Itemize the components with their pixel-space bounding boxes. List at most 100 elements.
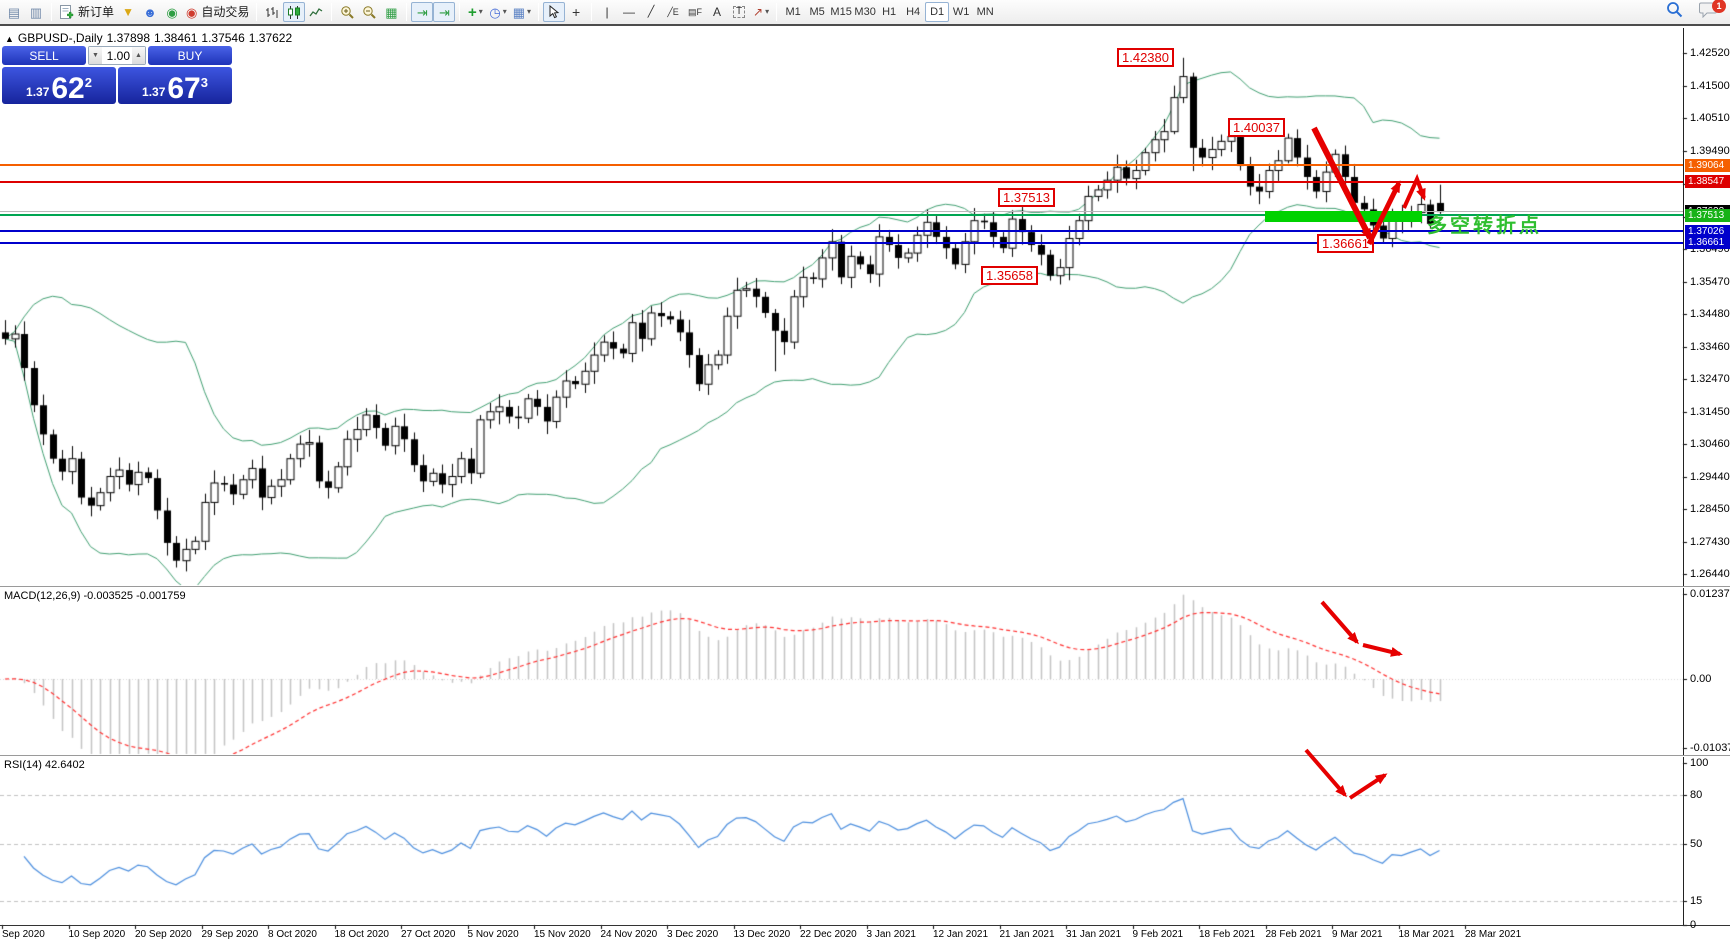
autotrading-button[interactable]: ◉ 自动交易 [183, 2, 252, 22]
toolbar-group-6: + [543, 2, 587, 22]
timeframe-h4-button[interactable]: H4 [901, 2, 925, 22]
timeframe-d1-button[interactable]: D1 [925, 2, 950, 22]
vline-icon: | [605, 5, 609, 19]
chart-shift-button[interactable]: ⇤ [433, 2, 456, 22]
zoom-out-button[interactable] [358, 2, 380, 22]
timeframe-m1-button[interactable]: M1 [781, 2, 805, 22]
person-icon: ☻ [143, 4, 157, 20]
sell-price-prefix: 1.37 [26, 85, 50, 99]
price-callout-1.36661[interactable]: 1.36661 [1317, 234, 1374, 253]
time-axis-label: 18 Mar 2021 [1398, 929, 1455, 940]
autotrading-label: 自动交易 [201, 5, 250, 19]
price-callout-1.37513[interactable]: 1.37513 [998, 188, 1055, 207]
document-plus-icon [59, 4, 74, 20]
level-line-1.39064[interactable] [0, 164, 1683, 167]
line-chart-mode-button[interactable] [305, 2, 327, 22]
timeframe-m15-button[interactable]: M15 [829, 2, 853, 22]
buy-price-big: 67 [167, 72, 201, 105]
timeframe-h1-button[interactable]: H1 [877, 2, 901, 22]
macd-panel-divider[interactable] [0, 586, 1730, 588]
arrows-tool-button[interactable]: ↗ ▾ [750, 2, 772, 22]
time-axis-label: 10 Sep 2020 [68, 929, 126, 940]
volume-up-icon[interactable]: ▲ [132, 47, 145, 64]
sell-price-box[interactable]: 1.37 62 2 [2, 67, 116, 104]
toolbar-group-2 [261, 2, 327, 22]
trendline-button[interactable]: ╱ [640, 2, 662, 22]
buy-price-box[interactable]: 1.37 67 3 [118, 67, 232, 104]
equidistant-channel-button[interactable]: ╱E [662, 2, 684, 22]
level-line-1.38547[interactable] [0, 180, 1683, 183]
chevron-down-icon: ▾ [765, 7, 770, 16]
horizontal-line-button[interactable]: — [618, 2, 640, 22]
chat-icon[interactable]: 1 [1699, 0, 1726, 23]
cursor-button[interactable] [543, 2, 566, 22]
rsi-axis-tick: 100 [1690, 757, 1709, 769]
clock-icon: ◷ [489, 4, 501, 20]
timeframe-m5-button[interactable]: M5 [805, 2, 829, 22]
tile-windows-button[interactable]: ▦ [380, 2, 402, 22]
one-click-trading-panel: SELL ▼ 1.00 ▲ BUY 1.37 62 2 1.37 67 3 [2, 46, 232, 104]
time-axis-label: 24 Nov 2020 [600, 929, 658, 940]
candles-icon [287, 5, 301, 19]
community-button[interactable]: ☻ [139, 2, 161, 22]
sell-price-big: 62 [51, 72, 85, 105]
ohlc-open: 1.37898 [106, 31, 150, 45]
toolbar-separator [538, 3, 540, 21]
search-icon[interactable] [1666, 1, 1683, 23]
price-axis-tick: 1.41500 [1690, 80, 1730, 93]
bars-icon [265, 6, 279, 19]
autoscroll-icon: ⇥ [416, 4, 428, 20]
new-chart-button[interactable]: ▤ [3, 2, 25, 22]
metaeditor-button[interactable]: ▼ [117, 2, 139, 22]
rsi-panel-divider[interactable] [0, 755, 1730, 757]
vertical-line-button[interactable]: | [596, 2, 618, 22]
zoom-out-icon [362, 5, 377, 20]
sell-button[interactable]: SELL [2, 46, 86, 65]
signal-icon: ◉ [166, 4, 178, 20]
price-callout-1.35658[interactable]: 1.35658 [981, 266, 1038, 285]
timeframe-w1-button[interactable]: W1 [949, 2, 973, 22]
time-axis-label: 31 Jan 2021 [1066, 929, 1122, 940]
auto-scroll-button[interactable]: ⇥ [411, 2, 434, 22]
volume-value[interactable]: 1.00 [102, 47, 132, 64]
fibonacci-button[interactable]: ▤F [684, 2, 706, 22]
time-axis-label: 22 Dec 2020 [800, 929, 857, 940]
rsi-axis-tick: 50 [1690, 838, 1703, 850]
support-zone[interactable] [1265, 211, 1422, 222]
indicators-button[interactable]: + ▾ [464, 2, 486, 22]
price-callout-1.40037[interactable]: 1.40037 [1228, 118, 1285, 137]
crosshair-button[interactable]: + [565, 2, 587, 22]
text-button[interactable]: A [706, 2, 728, 22]
chart-window-icon: ▤ [7, 4, 21, 20]
level-line-1.36661[interactable] [0, 241, 1683, 244]
profiles-button[interactable]: ▥ [25, 2, 47, 22]
price-callout-1.42380[interactable]: 1.42380 [1117, 48, 1174, 67]
signals-button[interactable]: ◉ [161, 2, 183, 22]
collapse-panel-icon[interactable]: ▲ [5, 34, 14, 44]
volume-down-icon[interactable]: ▼ [89, 47, 102, 64]
zoom-in-button[interactable] [336, 2, 358, 22]
new-order-button[interactable]: 新订单 [56, 2, 117, 22]
candlestick-mode-button[interactable] [283, 2, 306, 22]
chart-preview-icon: ▥ [29, 4, 43, 20]
price-badge: 1.39064 [1685, 158, 1730, 172]
price-axis-tick: 1.28450 [1690, 502, 1730, 515]
turning-point-note[interactable]: 多空转折点 [1427, 209, 1542, 238]
text-label-button[interactable]: T [728, 2, 750, 22]
toolbar-right: 1 [1666, 0, 1726, 24]
buy-button[interactable]: BUY [148, 46, 232, 65]
macd-axis-tick: 0.00 [1690, 673, 1712, 685]
chevron-down-icon: ▾ [502, 7, 507, 16]
bar-chart-mode-button[interactable] [261, 2, 283, 22]
toolbar-group-1: 新订单 ▼ ☻ ◉ ◉ 自动交易 [56, 2, 252, 22]
crosshair-icon: + [571, 4, 581, 20]
time-axis-label: 8 Oct 2020 [268, 929, 317, 940]
timeframe-mn-button[interactable]: MN [973, 2, 997, 22]
price-badge: 1.37513 [1685, 208, 1730, 222]
sell-price-sup: 2 [84, 75, 92, 90]
hline-icon: — [623, 5, 636, 19]
toolbar-group-0: ▤ ▥ [3, 2, 47, 22]
timeframe-m30-button[interactable]: M30 [853, 2, 877, 22]
templates-button[interactable]: ▦ ▾ [510, 2, 534, 22]
periods-button[interactable]: ◷ ▾ [486, 2, 509, 22]
